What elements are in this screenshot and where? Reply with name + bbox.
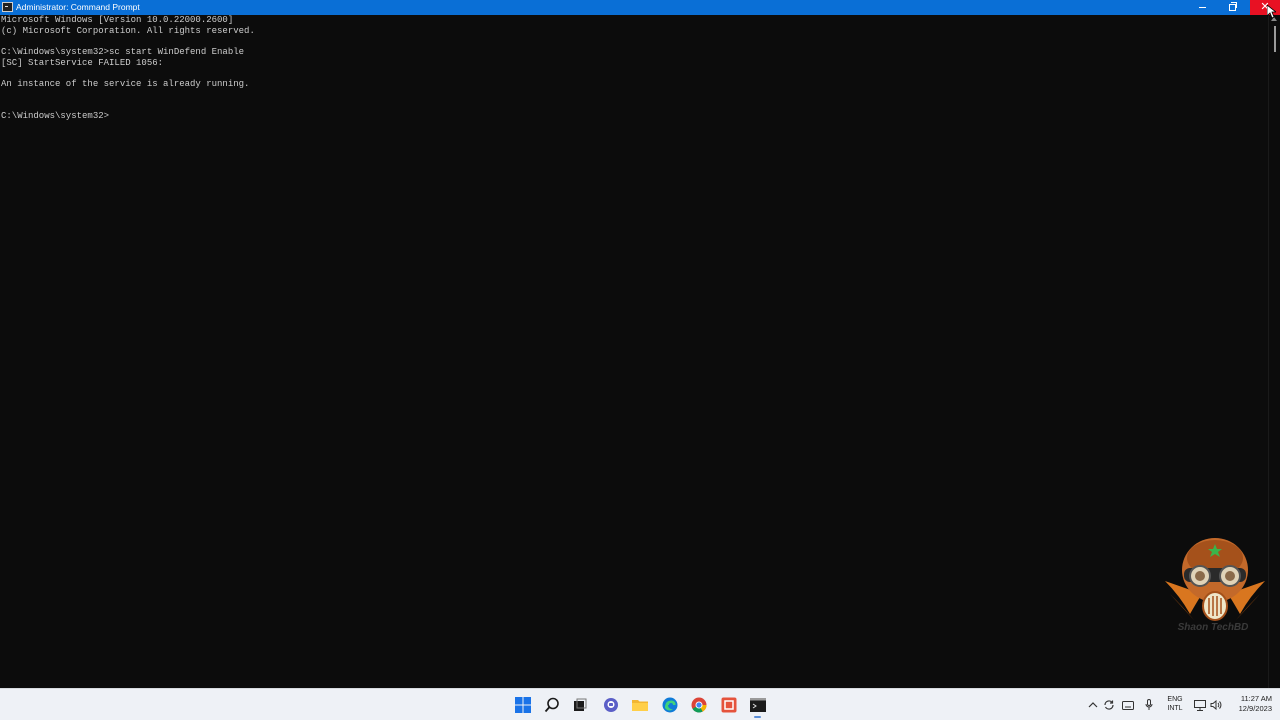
keyboard-icon[interactable] <box>1121 695 1135 715</box>
chevron-up-icon[interactable] <box>1087 695 1099 715</box>
console-line: An instance of the service is already ru… <box>1 79 250 90</box>
windows-start-icon[interactable] <box>513 695 533 715</box>
console-prompt-line[interactable]: C:\Windows\system32> <box>0 111 1268 122</box>
restore-button[interactable] <box>1217 0 1247 15</box>
command-prompt-taskbar-icon[interactable] <box>748 695 768 715</box>
sync-icon[interactable] <box>1102 695 1116 715</box>
console-line: C:\Windows\system32>sc start WinDefend E… <box>1 47 245 58</box>
language-secondary: INTL <box>1167 705 1183 712</box>
minimize-button[interactable] <box>1187 0 1217 15</box>
clock[interactable]: 11:27 AM 12/9/2023 <box>1228 694 1272 714</box>
network-icon[interactable] <box>1193 695 1207 715</box>
edge-icon[interactable] <box>660 695 680 715</box>
console-line: [SC] StartService FAILED 1056: <box>1 57 164 68</box>
taskbar: ENG INTL 11:27 AM 12/9/2023 <box>0 688 1280 720</box>
file-explorer-icon[interactable] <box>630 695 650 715</box>
chat-icon[interactable] <box>601 695 621 715</box>
language-primary: ENG <box>1167 696 1183 703</box>
volume-icon[interactable] <box>1209 695 1223 715</box>
command-prompt-icon <box>2 2 13 12</box>
watermark-text: Shaon TechBD <box>1177 622 1249 633</box>
microphone-icon[interactable] <box>1143 695 1155 715</box>
minimize-icon <box>1198 7 1206 8</box>
chrome-icon[interactable] <box>689 695 709 715</box>
active-app-indicator <box>754 716 761 718</box>
window-titlebar[interactable]: Administrator: Command Prompt ✕ <box>0 0 1280 15</box>
clock-date: 12/9/2023 <box>1238 704 1272 713</box>
search-icon[interactable] <box>542 695 562 715</box>
language-indicator[interactable]: ENG INTL <box>1163 695 1187 713</box>
app-icon[interactable] <box>719 695 739 715</box>
scrollbar-thumb[interactable] <box>1274 26 1276 52</box>
task-view-icon[interactable] <box>570 695 590 715</box>
restore-icon <box>1228 2 1237 11</box>
console-line: Microsoft Windows [Version 10.0.22000.26… <box>1 15 234 25</box>
console-output[interactable]: Microsoft Windows [Version 10.0.22000.26… <box>0 15 1268 688</box>
console-line: (c) Microsoft Corporation. All rights re… <box>1 25 255 36</box>
clock-time: 11:27 AM <box>1240 694 1272 703</box>
window-title: Administrator: Command Prompt <box>16 2 140 12</box>
